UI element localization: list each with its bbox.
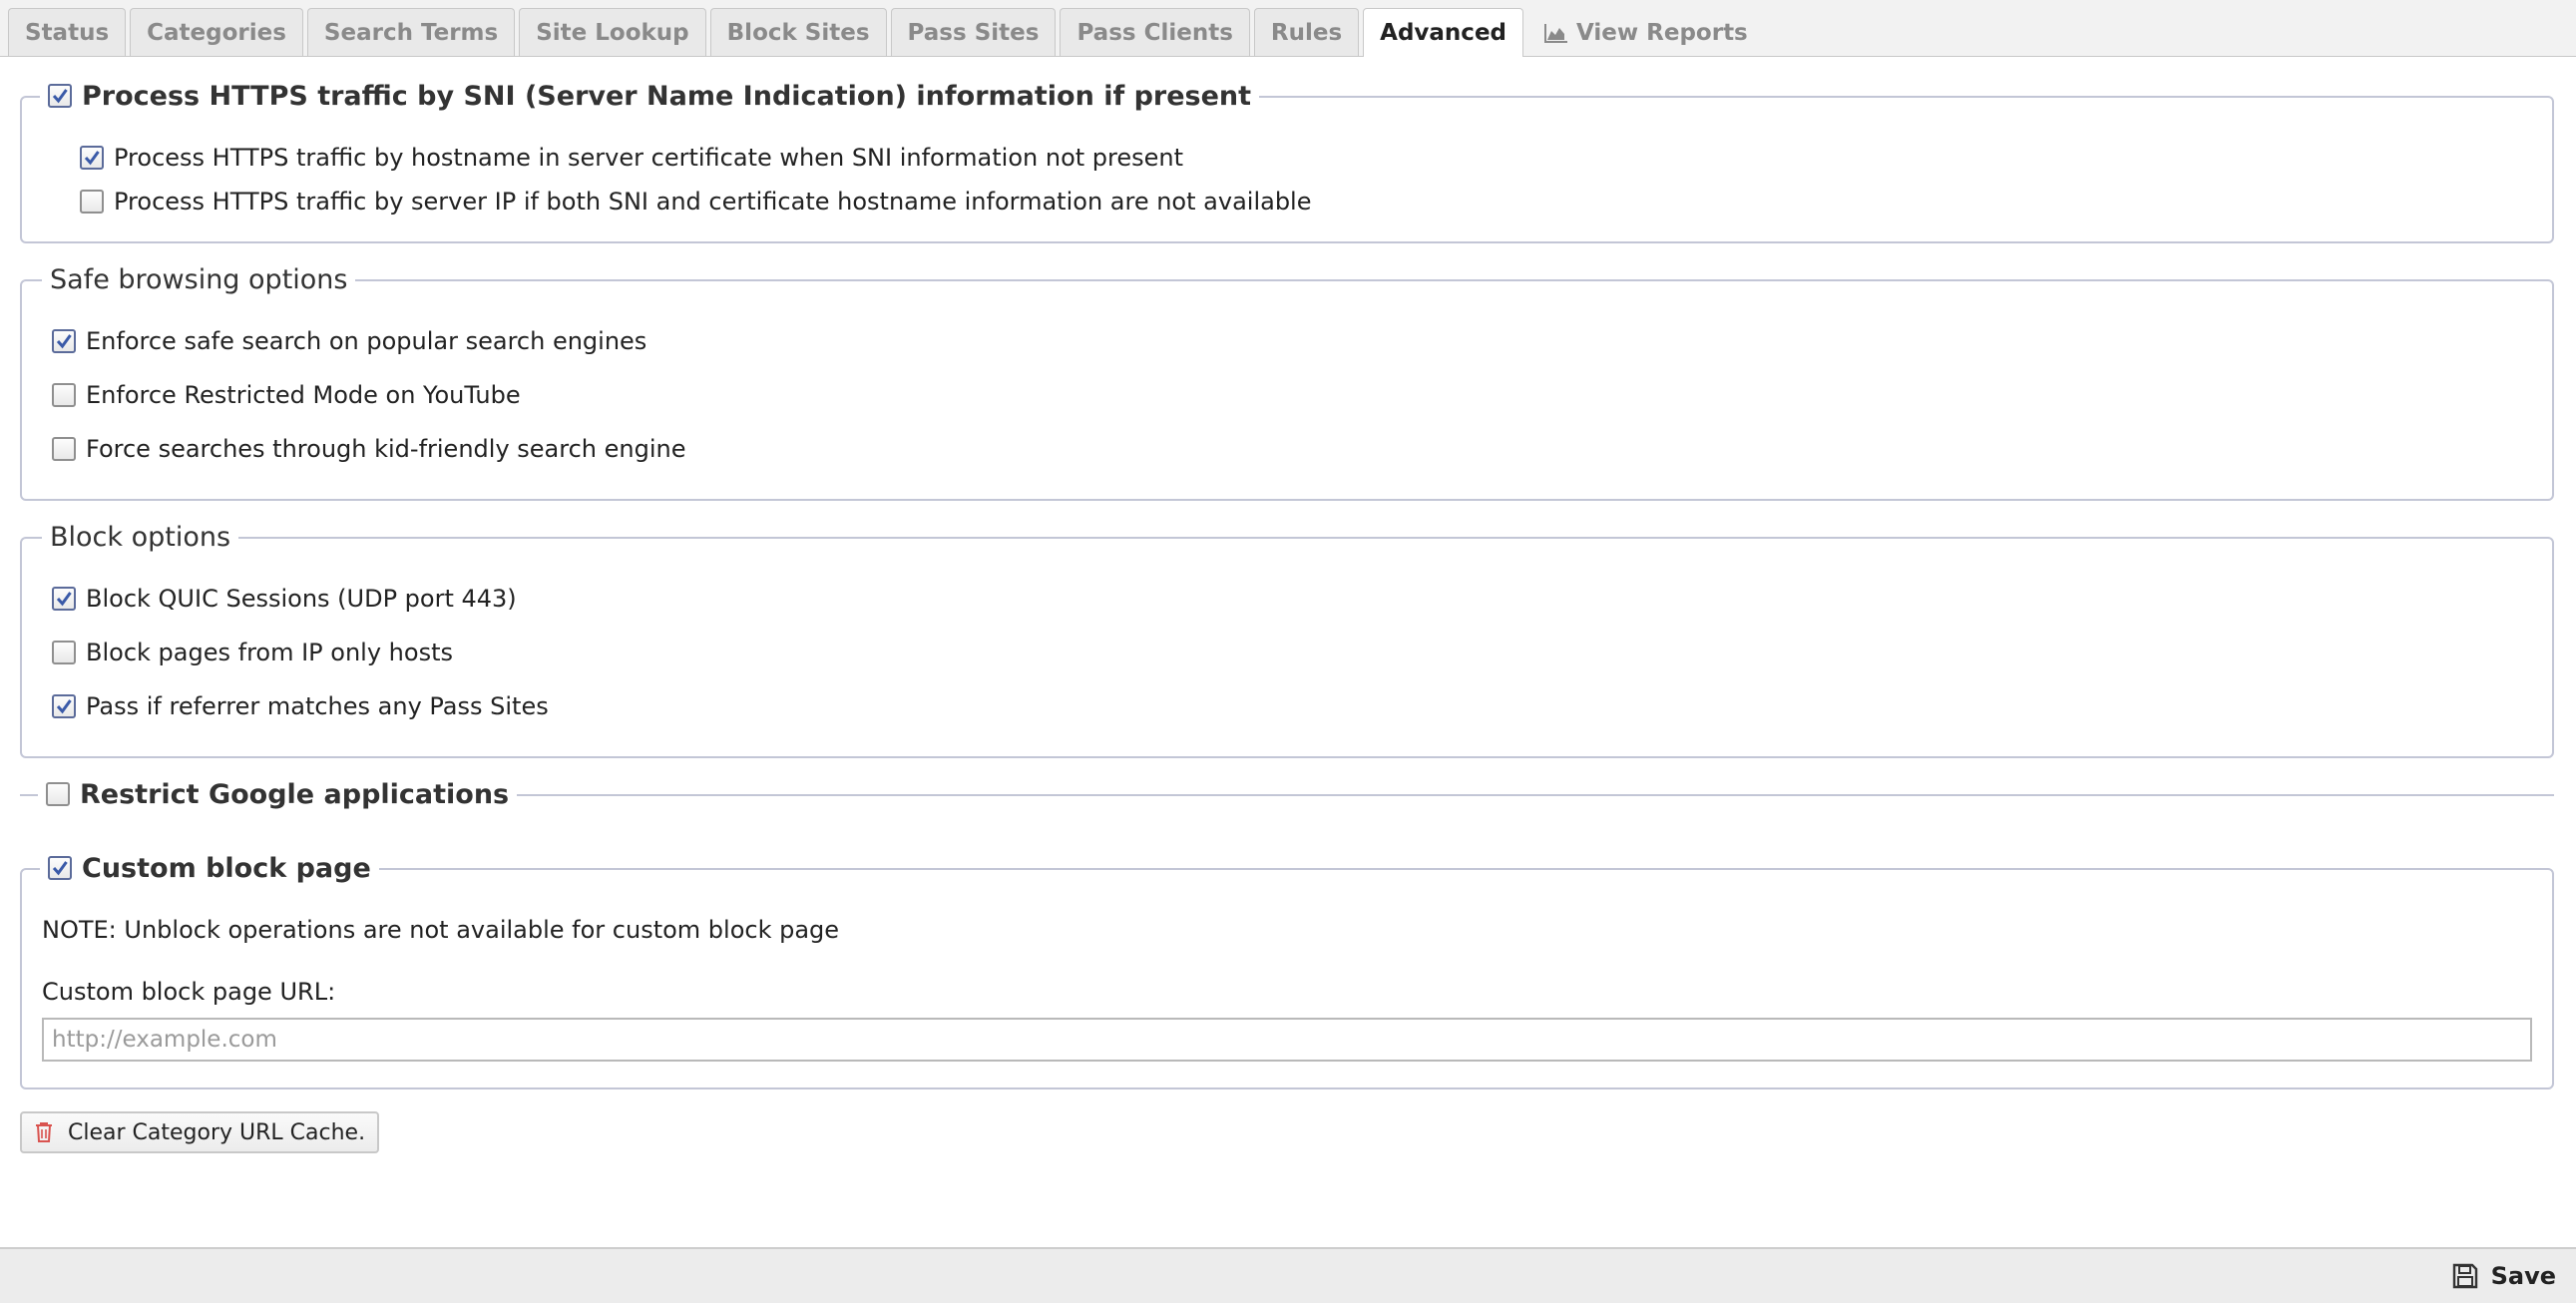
block-options-fieldset: Block options Block QUIC Sessions (UDP p… [20, 517, 2554, 758]
footer-bar: Save [0, 1247, 2576, 1303]
restrict-google-checkbox[interactable] [46, 782, 70, 806]
tab-status[interactable]: Status [8, 8, 127, 56]
restrict-google-legend: Restrict Google applications [38, 774, 518, 814]
tab-pass-clients[interactable]: Pass Clients [1060, 8, 1250, 56]
tab-search-terms[interactable]: Search Terms [306, 8, 516, 56]
custom-block-note: NOTE: Unblock operations are not availab… [42, 916, 840, 944]
block-quic-checkbox[interactable] [52, 587, 76, 611]
block-ip-hosts-checkbox[interactable] [52, 641, 76, 664]
kid-friendly-checkbox[interactable] [52, 437, 76, 461]
tab-pass-sites[interactable]: Pass Sites [890, 8, 1057, 56]
pass-referrer-checkbox[interactable] [52, 694, 76, 718]
https-sni-checkbox[interactable] [48, 84, 72, 108]
safe-browsing-legend: Safe browsing options [42, 259, 356, 299]
safe-search-option[interactable]: Enforce safe search on popular search en… [52, 327, 646, 355]
tab-bar: Status Categories Search Terms Site Look… [0, 0, 2576, 57]
area-chart-icon [1544, 23, 1568, 43]
custom-block-legend: Custom block page [40, 848, 379, 888]
floppy-disk-icon [2452, 1263, 2477, 1289]
trash-icon [36, 1122, 52, 1142]
custom-block-url-input[interactable] [42, 1018, 2532, 1062]
custom-block-checkbox[interactable] [48, 856, 72, 880]
https-sni-fieldset: Process HTTPS traffic by SNI (Server Nam… [20, 76, 2554, 243]
custom-block-fieldset: Custom block page NOTE: Unblock operatio… [20, 848, 2554, 1089]
https-sni-legend: Process HTTPS traffic by SNI (Server Nam… [40, 76, 1260, 116]
tab-categories[interactable]: Categories [130, 8, 303, 56]
tab-view-reports[interactable]: View Reports [1527, 8, 1765, 56]
https-hostname-checkbox[interactable] [80, 146, 104, 170]
https-hostname-option[interactable]: Process HTTPS traffic by hostname in ser… [80, 144, 1183, 172]
safe-search-checkbox[interactable] [52, 329, 76, 353]
https-server-ip-checkbox[interactable] [80, 190, 104, 214]
custom-block-url-label: Custom block page URL: [42, 978, 336, 1006]
https-server-ip-option[interactable]: Process HTTPS traffic by server IP if bo… [80, 188, 1311, 216]
tab-block-sites[interactable]: Block Sites [709, 8, 887, 56]
youtube-restricted-checkbox[interactable] [52, 383, 76, 407]
kid-friendly-option[interactable]: Force searches through kid-friendly sear… [52, 435, 685, 463]
safe-browsing-fieldset: Safe browsing options Enforce safe searc… [20, 259, 2554, 501]
block-ip-hosts-option[interactable]: Block pages from IP only hosts [52, 639, 453, 666]
clear-cache-button[interactable]: Clear Category URL Cache. [20, 1111, 380, 1153]
save-button[interactable]: Save [2451, 1259, 2556, 1293]
block-quic-option[interactable]: Block QUIC Sessions (UDP port 443) [52, 585, 517, 613]
tab-site-lookup[interactable]: Site Lookup [519, 8, 706, 56]
block-options-legend: Block options [42, 517, 239, 557]
pass-referrer-option[interactable]: Pass if referrer matches any Pass Sites [52, 692, 549, 720]
youtube-restricted-option[interactable]: Enforce Restricted Mode on YouTube [52, 381, 521, 409]
tab-advanced[interactable]: Advanced [1363, 8, 1524, 57]
tab-rules[interactable]: Rules [1253, 8, 1360, 56]
tabs: Status Categories Search Terms Site Look… [8, 8, 1769, 57]
